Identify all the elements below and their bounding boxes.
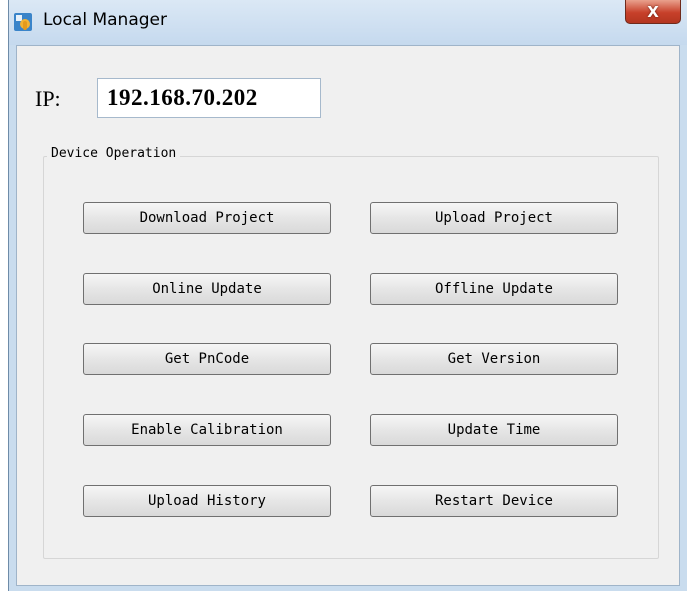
- restart-device-button[interactable]: Restart Device: [370, 485, 618, 517]
- local-manager-window: Local Manager X IP: 192.168.70.202 Devic…: [8, 0, 687, 591]
- online-update-button[interactable]: Online Update: [83, 273, 331, 305]
- upload-project-button[interactable]: Upload Project: [370, 202, 618, 234]
- close-button[interactable]: X: [625, 0, 681, 24]
- update-time-button[interactable]: Update Time: [370, 414, 618, 446]
- enable-calibration-button[interactable]: Enable Calibration: [83, 414, 331, 446]
- window-title: Local Manager: [43, 10, 167, 30]
- get-version-button[interactable]: Get Version: [370, 343, 618, 375]
- client-area: IP: 192.168.70.202 Device Operation Down…: [16, 45, 680, 586]
- ip-input[interactable]: 192.168.70.202: [97, 78, 321, 118]
- ip-label: IP:: [35, 86, 61, 111]
- get-pncode-button[interactable]: Get PnCode: [83, 343, 331, 375]
- download-project-button[interactable]: Download Project: [83, 202, 331, 234]
- close-icon: X: [647, 2, 659, 21]
- device-operation-title: Device Operation: [47, 146, 181, 161]
- title-bar[interactable]: Local Manager X: [9, 0, 687, 45]
- app-icon: [13, 12, 33, 32]
- offline-update-button[interactable]: Offline Update: [370, 273, 618, 305]
- upload-history-button[interactable]: Upload History: [83, 485, 331, 517]
